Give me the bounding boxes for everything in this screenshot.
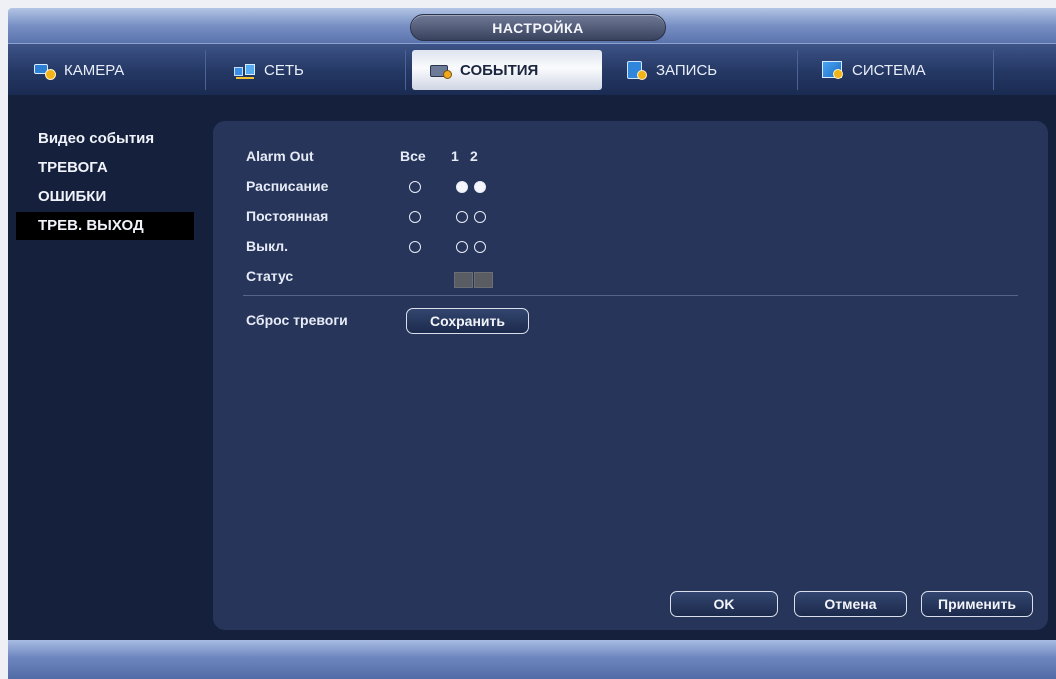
off-channel-2-radio[interactable] (474, 241, 486, 253)
window-title: НАСТРОЙКА (410, 14, 666, 41)
tab-network-label: СЕТЬ (264, 61, 304, 79)
mode-label: Постоянная (246, 208, 329, 224)
manual-channel-2-radio[interactable] (474, 211, 486, 223)
channel-2-status-indicator (474, 272, 493, 288)
mode-label: Расписание (246, 178, 329, 194)
camera-icon (34, 60, 56, 80)
all-column-header: Все (400, 148, 426, 164)
bottom-bar (8, 640, 1056, 679)
sidebar-item-errors[interactable]: ОШИБКИ (16, 183, 196, 211)
schedule-channel-2-radio[interactable] (474, 181, 486, 193)
off-channel-1-radio[interactable] (456, 241, 468, 253)
cancel-button[interactable]: Отмена (794, 591, 907, 617)
system-icon (822, 60, 844, 80)
sidebar-item-video-events[interactable]: Видео события (16, 125, 196, 153)
alarm-reset-label: Сброс тревоги (246, 312, 348, 328)
alarm-reset-save-button[interactable]: Сохранить (406, 308, 529, 334)
tab-network[interactable]: СЕТЬ (216, 50, 406, 90)
status-label: Статус (246, 268, 294, 284)
alarm-out-header-label: Alarm Out (246, 148, 314, 164)
events-sidebar: Видео события ТРЕВОГА ОШИБКИ ТРЕВ. ВЫХОД (16, 125, 196, 241)
record-icon (626, 60, 648, 80)
sidebar-item-alarm-output[interactable]: ТРЕВ. ВЫХОД (16, 212, 194, 240)
alarm-output-panel: Alarm Out Все 1 2 Расписание Постоянная (213, 121, 1048, 630)
manual-all-radio[interactable] (409, 211, 421, 223)
apply-button[interactable]: Применить (921, 591, 1033, 617)
manual-channel-1-radio[interactable] (456, 211, 468, 223)
channel-1-status-indicator (454, 272, 473, 288)
network-icon (234, 60, 256, 80)
channel-1-header: 1 (451, 148, 459, 164)
sidebar-item-alarm[interactable]: ТРЕВОГА (16, 154, 196, 182)
tab-events[interactable]: СОБЫТИЯ (412, 50, 602, 90)
schedule-channel-1-radio[interactable] (456, 181, 468, 193)
tab-events-label: СОБЫТИЯ (460, 61, 539, 79)
tab-record-label: ЗАПИСЬ (656, 61, 718, 79)
tab-system[interactable]: СИСТЕМА (804, 50, 994, 90)
settings-window: НАСТРОЙКА КАМЕРА СЕТЬ СОБЫТИЯ ЗАПИСЬ СИС… (0, 0, 1056, 679)
workspace: Видео события ТРЕВОГА ОШИБКИ ТРЕВ. ВЫХОД… (8, 95, 1056, 640)
mode-label: Выкл. (246, 238, 289, 254)
channel-2-header: 2 (470, 148, 478, 164)
main-tab-bar: КАМЕРА СЕТЬ СОБЫТИЯ ЗАПИСЬ СИСТЕМА (8, 43, 1056, 95)
tab-record[interactable]: ЗАПИСЬ (608, 50, 798, 90)
off-all-radio[interactable] (409, 241, 421, 253)
schedule-all-radio[interactable] (409, 181, 421, 193)
tab-camera-label: КАМЕРА (64, 61, 125, 79)
tab-camera[interactable]: КАМЕРА (16, 50, 206, 90)
ok-button[interactable]: OK (670, 591, 778, 617)
events-icon (430, 60, 452, 80)
tab-system-label: СИСТЕМА (852, 61, 926, 79)
divider (243, 295, 1018, 296)
